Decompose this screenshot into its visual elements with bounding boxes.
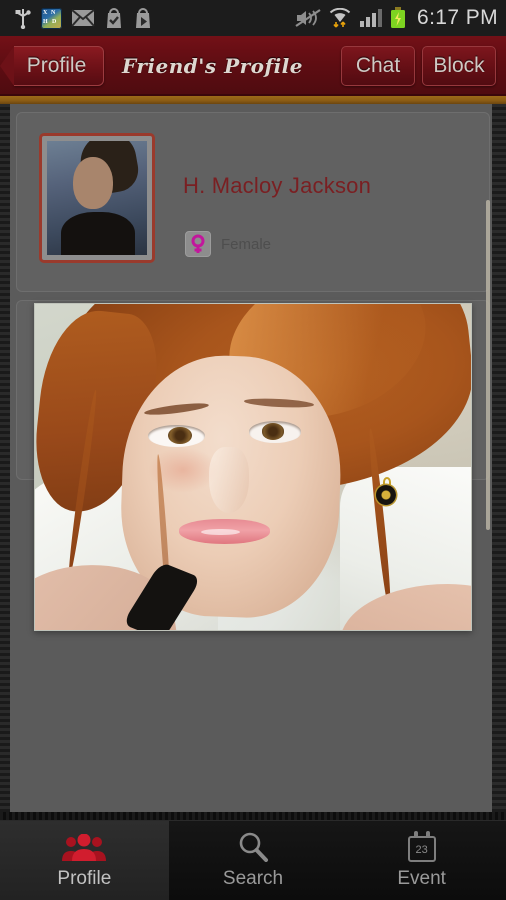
female-symbol-icon [185, 231, 211, 257]
profile-card[interactable]: H. Macloy Jackson Female [16, 112, 490, 292]
gold-divider [0, 96, 506, 104]
calendar-icon: 23 [407, 830, 436, 862]
app-icon-letter-d: D [52, 18, 57, 25]
chat-button-label: Chat [355, 54, 401, 77]
status-bar-left-icons: X N H D [14, 7, 153, 29]
status-bar-right-icons: 6:17 PM [295, 6, 498, 30]
nav-item-search[interactable]: Search [169, 821, 338, 900]
left-edge-bezel [0, 104, 10, 820]
profile-name: H. Macloy Jackson [183, 173, 372, 198]
gender-label: Female [221, 235, 272, 253]
bottom-bezel [0, 812, 506, 820]
gender-row: Female [185, 231, 271, 257]
profile-thumbnail-image [47, 141, 147, 255]
app-icon-letter-x: X [43, 9, 48, 16]
battery-charging-icon [390, 7, 405, 28]
block-button[interactable]: Block [422, 46, 496, 86]
bottom-navigation: Profile Search 23 Event [0, 820, 506, 900]
play-store-checkmark-icon [107, 8, 121, 28]
play-store-icon [136, 8, 150, 28]
chat-button[interactable]: Chat [341, 46, 415, 86]
thumbnail-body-shape [61, 211, 135, 255]
nav-label-profile: Profile [57, 867, 112, 889]
content-area[interactable]: H. Macloy Jackson Female [0, 104, 506, 820]
full-size-photo[interactable] [34, 303, 472, 631]
app-icon-letter-h: H [43, 18, 48, 25]
calendar-body: 23 [407, 830, 436, 862]
thumbnail-face-shape [73, 156, 113, 210]
magnifier-icon [237, 832, 269, 862]
nav-label-search: Search [222, 867, 284, 889]
earring-flower [375, 484, 396, 505]
photo-iris-right [261, 423, 285, 440]
nav-label-event: Event [397, 867, 446, 889]
back-button-profile[interactable]: Profile [14, 46, 104, 86]
nav-item-event[interactable]: 23 Event [337, 821, 506, 900]
profile-thumbnail[interactable] [39, 133, 155, 263]
app-icon: X N H D [41, 7, 62, 29]
nav-item-profile[interactable]: Profile [0, 821, 169, 900]
back-button-label: Profile [26, 54, 87, 77]
title-bar-actions: Chat Block [341, 46, 496, 86]
status-bar-clock: 6:17 PM [416, 6, 498, 29]
status-bar: X N H D 6:17 PM [0, 0, 506, 36]
signal-bars-icon [359, 9, 382, 27]
photo-earring [375, 476, 397, 505]
block-button-label: Block [433, 54, 485, 77]
usb-icon [15, 9, 31, 29]
mail-icon [71, 9, 95, 27]
sound-mute-icon [295, 9, 321, 27]
wifi-icon [329, 7, 351, 27]
scrollbar-thumb[interactable] [486, 200, 490, 530]
photo-nose [209, 447, 249, 513]
right-edge-bezel [492, 104, 506, 820]
page-title: Friend's Profile [121, 54, 304, 78]
app-icon-letter-n: N [51, 9, 56, 16]
people-group-icon [61, 832, 107, 862]
title-bar: Profile Friend's Profile Chat Block [0, 36, 506, 96]
calendar-day-number: 23 [415, 843, 428, 856]
